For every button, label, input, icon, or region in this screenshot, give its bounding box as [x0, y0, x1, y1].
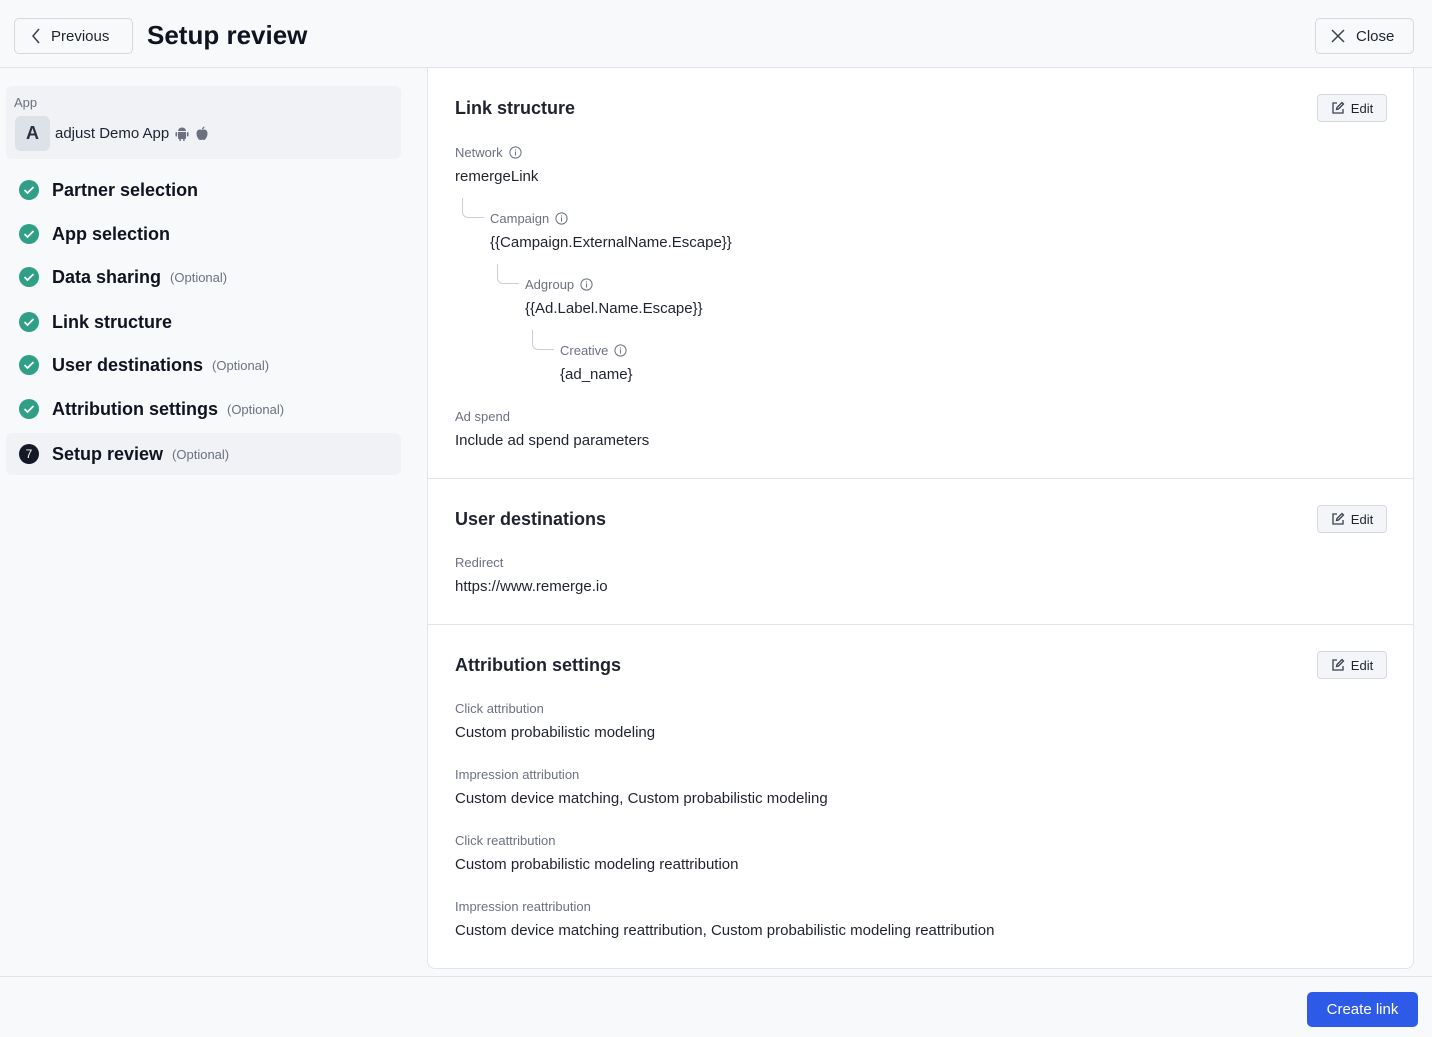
- info-icon[interactable]: [614, 344, 628, 357]
- step-label: App selection: [52, 223, 171, 244]
- section-divider: [428, 478, 1413, 479]
- info-icon[interactable]: [580, 278, 593, 291]
- step-partner-selection[interactable]: Partner selection: [6, 169, 401, 211]
- app-card: App A adjust Demo App: [6, 86, 401, 159]
- step-label: Data sharing: [52, 266, 162, 287]
- app-name: adjust Demo App: [55, 125, 209, 142]
- network-label: Network: [455, 145, 522, 160]
- footer: Create link: [0, 976, 1432, 1037]
- impression-attribution-label: Impression attribution: [455, 767, 580, 782]
- step-optional-tag: (Optional): [226, 401, 285, 417]
- edit-button-label: Edit: [1350, 511, 1374, 527]
- edit-link-structure-button[interactable]: Edit: [1317, 94, 1387, 122]
- step-optional-tag: (Optional): [172, 446, 230, 462]
- check-circle-icon: [19, 399, 39, 419]
- creative-label: Creative: [560, 343, 628, 358]
- create-link-button[interactable]: Create link: [1307, 992, 1418, 1027]
- impression-attribution-value: Custom device matching, Custom probabili…: [455, 790, 828, 807]
- close-button[interactable]: Close: [1315, 18, 1414, 54]
- edit-icon: [1332, 101, 1345, 114]
- click-reattribution-value: Custom probabilistic modeling reattribut…: [455, 856, 739, 873]
- check-circle-icon: [19, 355, 39, 375]
- step-setup-review[interactable]: 7 Setup review (Optional): [6, 433, 401, 475]
- step-app-selection[interactable]: App selection: [6, 213, 401, 255]
- check-circle-icon: [19, 267, 39, 287]
- campaign-value: {{Campaign.ExternalName.Escape}}: [490, 234, 732, 251]
- step-number-badge: 7: [19, 444, 39, 464]
- apple-icon: [195, 126, 209, 141]
- step-link-structure[interactable]: Link structure: [6, 301, 401, 343]
- step-data-sharing[interactable]: Data sharing (Optional): [6, 256, 401, 298]
- tree-connector: [462, 198, 484, 218]
- network-value: remergeLink: [455, 168, 539, 185]
- click-attribution-value: Custom probabilistic modeling: [455, 724, 656, 741]
- impression-reattribution-label: Impression reattribution: [455, 899, 591, 914]
- step-optional-tag: (Optional): [212, 357, 270, 373]
- app-name-text: adjust Demo App: [55, 125, 170, 142]
- edit-icon: [1332, 658, 1345, 671]
- info-icon[interactable]: [555, 212, 568, 225]
- creative-label-text: Creative: [560, 343, 609, 358]
- app-avatar: A: [15, 116, 50, 151]
- tree-connector: [497, 264, 519, 284]
- network-label-text: Network: [455, 145, 503, 160]
- android-icon: [175, 126, 189, 141]
- step-label: Link structure: [52, 311, 173, 332]
- campaign-label-text: Campaign: [490, 211, 550, 226]
- redirect-label: Redirect: [455, 555, 504, 570]
- previous-button[interactable]: Previous: [14, 18, 133, 54]
- step-attribution-settings[interactable]: Attribution settings (Optional): [6, 388, 401, 430]
- section-title-attribution-settings: Attribution settings: [455, 655, 621, 675]
- section-divider: [428, 624, 1413, 625]
- tree-connector: [532, 330, 554, 350]
- click-attribution-label: Click attribution: [455, 701, 544, 716]
- step-label: Partner selection: [52, 179, 199, 200]
- step-label: Attribution settings: [52, 398, 218, 419]
- chevron-left-icon: [32, 28, 40, 44]
- adgroup-value: {{Ad.Label.Name.Escape}}: [525, 300, 703, 317]
- edit-button-label: Edit: [1350, 657, 1374, 673]
- app-label: App: [14, 95, 38, 110]
- edit-icon: [1332, 512, 1345, 525]
- click-reattribution-label: Click reattribution: [455, 833, 556, 848]
- campaign-label: Campaign: [490, 211, 568, 226]
- header: Previous Setup review Close: [0, 0, 1432, 68]
- step-user-destinations[interactable]: User destinations (Optional): [6, 344, 401, 386]
- impression-reattribution-value: Custom device matching reattribution, Cu…: [455, 922, 995, 939]
- adspend-value: Include ad spend parameters: [455, 432, 650, 449]
- creative-value: {ad_name}: [560, 366, 633, 383]
- check-circle-icon: [19, 224, 39, 244]
- section-title-link-structure: Link structure: [455, 98, 576, 118]
- section-title-user-destinations: User destinations: [455, 509, 607, 529]
- adspend-label: Ad spend: [455, 409, 510, 424]
- edit-user-destinations-button[interactable]: Edit: [1317, 505, 1387, 533]
- step-label: Setup review: [52, 443, 164, 464]
- page-title: Setup review: [147, 20, 308, 50]
- redirect-value: https://www.remerge.io: [455, 578, 608, 595]
- close-icon: [1331, 29, 1345, 43]
- edit-attribution-settings-button[interactable]: Edit: [1317, 651, 1387, 679]
- close-button-label: Close: [1356, 27, 1395, 45]
- check-circle-icon: [19, 312, 39, 332]
- previous-button-label: Previous: [51, 27, 110, 45]
- step-optional-tag: (Optional): [170, 269, 228, 285]
- info-icon[interactable]: [509, 146, 522, 159]
- check-circle-icon: [19, 180, 39, 200]
- adgroup-label-text: Adgroup: [525, 277, 575, 292]
- review-panel: Link structure Edit Network remergeLink …: [427, 68, 1414, 969]
- adgroup-label: Adgroup: [525, 277, 593, 292]
- step-label: User destinations: [52, 354, 204, 375]
- edit-button-label: Edit: [1350, 100, 1374, 116]
